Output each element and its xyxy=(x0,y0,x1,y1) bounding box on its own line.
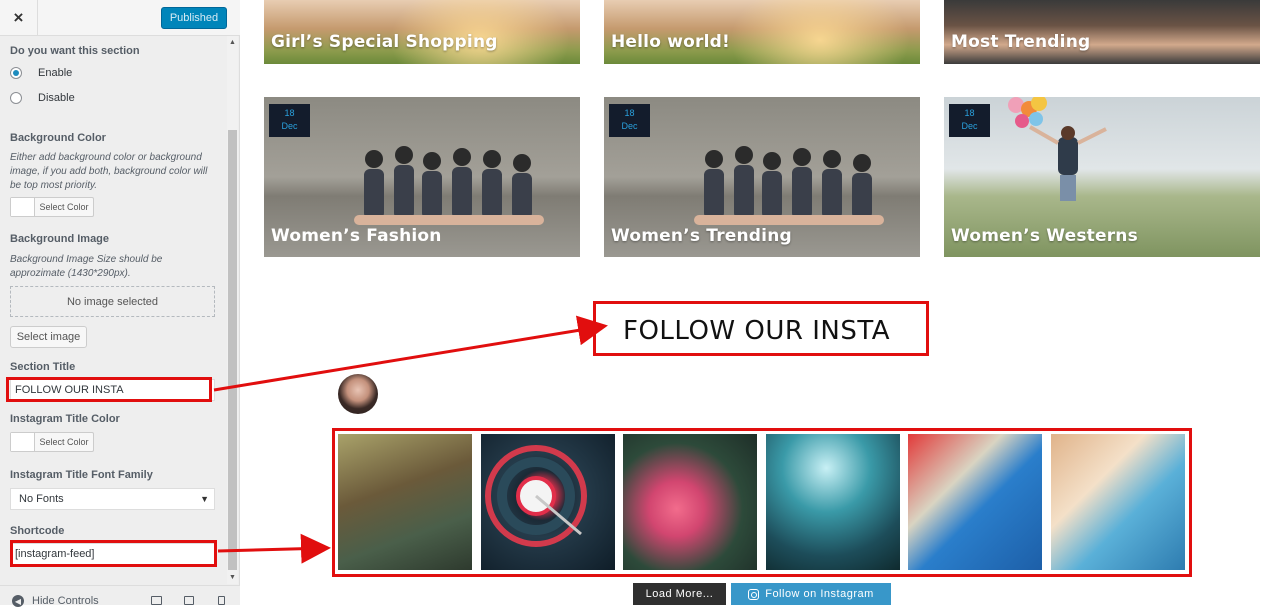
scroll-down-arrow-icon[interactable]: ▼ xyxy=(229,574,236,581)
radio-unchecked-icon[interactable] xyxy=(10,92,22,104)
select-color-label: Select Color xyxy=(39,202,89,212)
color-swatch xyxy=(11,198,35,216)
follow-on-instagram-button[interactable]: Follow on Instagram xyxy=(731,583,891,605)
scroll-up-arrow-icon[interactable]: ▲ xyxy=(229,39,236,46)
disable-radio-label: Disable xyxy=(38,92,75,104)
follow-on-instagram-label: Follow on Instagram xyxy=(765,588,874,600)
load-more-button[interactable]: Load More... xyxy=(633,583,726,605)
background-color-description: Either add background color or backgroun… xyxy=(10,152,208,191)
post-card[interactable]: 18 Dec Women’s Westerns xyxy=(944,97,1260,257)
insta-photo[interactable] xyxy=(623,434,757,570)
select-color-label: Select Color xyxy=(39,437,89,447)
disable-radio[interactable]: Disable xyxy=(10,92,75,104)
post-title[interactable]: Most Trending xyxy=(951,32,1090,52)
instagram-font-select[interactable]: No Fonts ▼ xyxy=(10,488,215,510)
post-card[interactable]: Girl’s Special Shopping xyxy=(264,0,580,64)
section-title-highlight xyxy=(6,377,212,402)
post-card[interactable]: 18 Dec Women’s Trending xyxy=(604,97,920,257)
post-card[interactable]: Most Trending xyxy=(944,0,1260,64)
hide-controls-label: Hide Controls xyxy=(32,595,99,607)
background-color-picker[interactable]: Select Color xyxy=(10,197,94,217)
sidebar-scrollbar[interactable]: ▲ ▼ xyxy=(227,36,238,584)
hide-controls-button[interactable]: ◀ Hide Controls xyxy=(12,595,99,607)
shortcode-highlight xyxy=(10,540,217,567)
date-day: 18 xyxy=(624,108,635,118)
post-title[interactable]: Women’s Fashion xyxy=(271,226,442,246)
sidebar-header: × Published xyxy=(0,0,240,36)
post-card[interactable]: 18 Dec Women’s Fashion xyxy=(264,97,580,257)
date-badge: 18 Dec xyxy=(269,104,310,137)
close-icon: × xyxy=(13,8,24,27)
select-image-button[interactable]: Select image xyxy=(10,326,87,348)
post-title[interactable]: Women’s Trending xyxy=(611,226,792,246)
post-card[interactable]: Hello world! xyxy=(604,0,920,64)
date-month: Dec xyxy=(961,121,978,131)
post-title[interactable]: Women’s Westerns xyxy=(951,226,1138,246)
insta-section-title: FOLLOW OUR INSTA xyxy=(623,316,890,346)
post-title[interactable]: Hello world! xyxy=(611,32,730,52)
color-swatch xyxy=(11,433,35,451)
hide-controls-icon: ◀ xyxy=(12,595,24,607)
image-placeholder: No image selected xyxy=(10,286,215,317)
insta-photo[interactable] xyxy=(338,434,472,570)
insta-photo[interactable] xyxy=(1051,434,1185,570)
shortcode-label: Shortcode xyxy=(10,525,65,537)
post-title[interactable]: Girl’s Special Shopping xyxy=(271,32,498,52)
background-image-label: Background Image xyxy=(10,233,110,245)
background-color-label: Background Color xyxy=(10,132,106,144)
instagram-font-label: Instagram Title Font Family xyxy=(10,469,153,481)
tablet-preview-icon[interactable] xyxy=(184,596,194,605)
radio-checked-icon[interactable] xyxy=(10,67,22,79)
close-button[interactable]: × xyxy=(0,0,38,36)
section-toggle-label: Do you want this section xyxy=(10,45,140,57)
scroll-thumb[interactable] xyxy=(228,130,237,570)
desktop-preview-icon[interactable] xyxy=(151,596,162,605)
enable-radio-label: Enable xyxy=(38,67,73,79)
date-badge: 18 Dec xyxy=(609,104,650,137)
enable-radio[interactable]: Enable xyxy=(10,67,72,79)
insta-photo[interactable] xyxy=(908,434,1042,570)
dartboard-image xyxy=(485,445,587,547)
section-title-label: Section Title xyxy=(10,361,76,373)
date-month: Dec xyxy=(621,121,638,131)
published-button[interactable]: Published xyxy=(161,7,227,29)
background-image-description: Background Image Size should be approzim… xyxy=(10,254,163,279)
instagram-icon xyxy=(748,588,760,600)
instagram-title-color-picker[interactable]: Select Color xyxy=(10,432,94,452)
card-image xyxy=(730,0,911,64)
instagram-font-value: No Fonts xyxy=(19,493,64,505)
instagram-title-color-label: Instagram Title Color xyxy=(10,413,120,425)
insta-photo[interactable] xyxy=(481,434,615,570)
date-badge: 18 Dec xyxy=(949,104,990,137)
customizer-sidebar: × Published Do you want this section Ena… xyxy=(0,0,240,607)
sidebar-footer: ◀ Hide Controls xyxy=(0,585,240,607)
date-month: Dec xyxy=(281,121,298,131)
dropdown-arrow-icon: ▼ xyxy=(200,494,209,504)
insta-photo[interactable] xyxy=(766,434,900,570)
mobile-preview-icon[interactable] xyxy=(218,596,225,605)
date-day: 18 xyxy=(284,108,295,118)
date-day: 18 xyxy=(964,108,975,118)
instagram-avatar[interactable] xyxy=(338,374,378,414)
